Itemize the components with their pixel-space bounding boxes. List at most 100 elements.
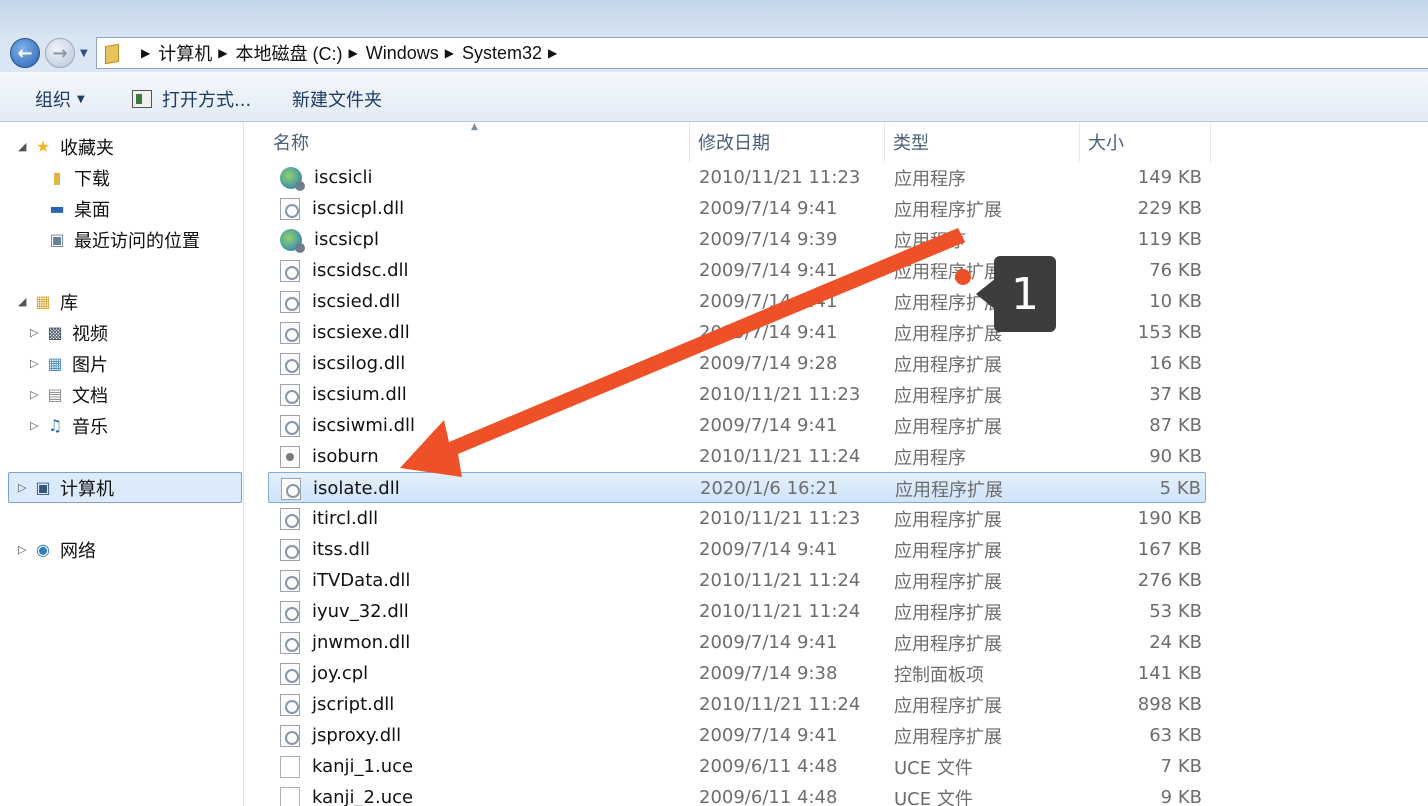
file-name: iscsied.dll [312, 291, 401, 312]
chevron-right-icon[interactable]: ▶ [445, 46, 454, 60]
file-date: 2009/7/14 9:41 [699, 539, 838, 560]
expanded-triangle-icon[interactable]: ◢ [18, 295, 32, 308]
file-name: iscsilog.dll [312, 353, 406, 374]
file-row[interactable]: iTVData.dll 2010/11/21 11:24 应用程序扩展 276 KB [268, 565, 1206, 596]
file-row[interactable]: jscript.dll 2010/11/21 11:24 应用程序扩展 898 KB [268, 689, 1206, 720]
forward-button[interactable]: → [45, 38, 75, 68]
sidebar-item-computer[interactable]: ▷ ▣ 计算机 [18, 472, 114, 503]
file-size: 24 KB [1149, 632, 1202, 653]
file-date: 2010/11/21 11:23 [699, 508, 861, 529]
file-type: 应用程序扩展 [894, 726, 1002, 748]
file-row[interactable]: jsproxy.dll 2009/7/14 9:41 应用程序扩展 63 KB [268, 720, 1206, 751]
file-row[interactable]: iscsium.dll 2010/11/21 11:23 应用程序扩展 37 KB [268, 379, 1206, 410]
organize-button[interactable]: 组织 ▼ [35, 86, 85, 112]
file-name-cell: iscsium.dll [280, 379, 407, 410]
folder-icon [103, 43, 121, 63]
file-name: iscsium.dll [312, 384, 407, 405]
sidebar-item-pictures[interactable]: ▷ ▦ 图片 [30, 348, 108, 379]
sidebar-item-label: 最近访问的位置 [74, 230, 200, 252]
file-name: jnwmon.dll [312, 632, 411, 653]
file-size: 10 KB [1149, 291, 1202, 312]
file-row[interactable]: iscsicpl 2009/7/14 9:39 应用程序 119 KB [268, 224, 1206, 255]
recent-places-icon: ▣ [49, 230, 65, 249]
breadcrumb-system32[interactable]: System32 [462, 43, 542, 64]
file-type: 应用程序 [894, 168, 966, 190]
file-size: 190 KB [1137, 508, 1202, 529]
file-name-cell: jnwmon.dll [280, 627, 410, 658]
blank-file-icon [280, 755, 300, 778]
sidebar-item-downloads[interactable]: ▮ 下载 [46, 162, 110, 193]
file-date: 2009/7/14 9:41 [699, 198, 838, 219]
file-name: iscsidsc.dll [312, 260, 409, 281]
breadcrumb-windows[interactable]: Windows [366, 43, 439, 64]
navigation-bar: ← → ▼ ▶ 计算机 ▶ 本地磁盘 (C:) ▶ Windows ▶ Syst… [0, 34, 1428, 72]
sidebar-item-desktop[interactable]: ▬ 桌面 [46, 193, 110, 224]
new-folder-button[interactable]: 新建文件夹 [292, 86, 382, 112]
collapsed-triangle-icon[interactable]: ▷ [30, 357, 44, 370]
file-type: 应用程序扩展 [894, 323, 1002, 345]
sidebar-item-libraries[interactable]: ◢ ▦ 库 [18, 286, 78, 317]
sidebar-item-network[interactable]: ▷ ◉ 网络 [18, 534, 96, 565]
sidebar-item-recent-places[interactable]: ▣ 最近访问的位置 [46, 224, 200, 255]
file-name: kanji_2.uce [312, 787, 414, 806]
sidebar-item-documents[interactable]: ▷ ▤ 文档 [30, 379, 108, 410]
file-row[interactable]: iscsiexe.dll 2009/7/14 9:41 应用程序扩展 153 KB [268, 317, 1206, 348]
file-row[interactable]: iscsied.dll 2009/7/14 9:41 应用程序扩展 10 KB [268, 286, 1206, 317]
file-type: 应用程序扩展 [894, 602, 1002, 624]
chevron-right-icon[interactable]: ▶ [141, 46, 150, 60]
file-row[interactable]: jnwmon.dll 2009/7/14 9:41 应用程序扩展 24 KB [268, 627, 1206, 658]
collapsed-triangle-icon[interactable]: ▷ [30, 326, 44, 339]
file-size: 53 KB [1149, 601, 1202, 622]
open-with-button[interactable]: 打开方式... [132, 86, 251, 112]
file-row[interactable]: iscsidsc.dll 2009/7/14 9:41 应用程序扩展 76 KB [268, 255, 1206, 286]
file-type: 应用程序扩展 [894, 354, 1002, 376]
file-size: 7 KB [1160, 756, 1202, 777]
file-row[interactable]: iscsicli 2010/11/21 11:23 应用程序 149 KB [268, 162, 1206, 193]
dll-icon [280, 290, 300, 313]
file-row[interactable]: kanji_2.uce 2009/6/11 4:48 UCE 文件 9 KB [268, 782, 1206, 806]
file-row[interactable]: kanji_1.uce 2009/6/11 4:48 UCE 文件 7 KB [268, 751, 1206, 782]
file-name-cell: iscsicli [280, 162, 373, 193]
collapsed-triangle-icon[interactable]: ▷ [18, 543, 32, 556]
sidebar-item-music[interactable]: ▷ ♫ 音乐 [30, 410, 108, 441]
sidebar-item-videos[interactable]: ▷ ▩ 视频 [30, 317, 108, 348]
collapsed-triangle-icon[interactable]: ▷ [30, 388, 44, 401]
downloads-folder-icon: ▮ [52, 168, 62, 187]
column-header-size[interactable]: 大小 [1080, 122, 1211, 162]
dll-icon [281, 477, 301, 500]
recent-pages-dropdown[interactable]: ▼ [80, 48, 88, 59]
file-name: isoburn [312, 446, 379, 467]
column-header-type[interactable]: 类型 [885, 122, 1080, 162]
dll-icon [280, 724, 300, 747]
expanded-triangle-icon[interactable]: ◢ [18, 140, 32, 153]
file-row[interactable]: iscsiwmi.dll 2009/7/14 9:41 应用程序扩展 87 KB [268, 410, 1206, 441]
chevron-right-icon[interactable]: ▶ [548, 46, 557, 60]
file-type: 应用程序扩展 [894, 509, 1002, 531]
file-row[interactable]: isoburn 2010/11/21 11:24 应用程序 90 KB [268, 441, 1206, 472]
file-row[interactable]: iscsilog.dll 2009/7/14 9:28 应用程序扩展 16 KB [268, 348, 1206, 379]
dll-icon [280, 631, 300, 654]
sidebar-item-favorites[interactable]: ◢ ★ 收藏夹 [18, 131, 114, 162]
sidebar-item-label: 收藏夹 [60, 137, 114, 159]
file-type: 应用程序扩展 [894, 633, 1002, 655]
file-row[interactable]: isolate.dll 2020/1/6 16:21 应用程序扩展 5 KB [268, 472, 1206, 503]
file-row[interactable]: itss.dll 2009/7/14 9:41 应用程序扩展 167 KB [268, 534, 1206, 565]
collapsed-triangle-icon[interactable]: ▷ [30, 419, 44, 432]
back-button[interactable]: ← [10, 38, 40, 68]
file-row[interactable]: itircl.dll 2010/11/21 11:23 应用程序扩展 190 KB [268, 503, 1206, 534]
column-header-name[interactable]: 名称 [265, 122, 690, 162]
address-bar[interactable]: ▶ 计算机 ▶ 本地磁盘 (C:) ▶ Windows ▶ System32 ▶ [96, 37, 1428, 69]
breadcrumb-local-disk[interactable]: 本地磁盘 (C:) [235, 40, 342, 66]
breadcrumb-computer[interactable]: 计算机 [158, 40, 212, 66]
file-row[interactable]: iscsicpl.dll 2009/7/14 9:41 应用程序扩展 229 KB [268, 193, 1206, 224]
organize-label: 组织 [35, 90, 71, 111]
chevron-right-icon[interactable]: ▶ [218, 46, 227, 60]
file-size: 229 KB [1137, 198, 1202, 219]
sidebar-item-label: 库 [60, 292, 78, 314]
exe-icon [280, 166, 305, 191]
file-row[interactable]: joy.cpl 2009/7/14 9:38 控制面板项 141 KB [268, 658, 1206, 689]
chevron-right-icon[interactable]: ▶ [348, 46, 357, 60]
collapsed-triangle-icon[interactable]: ▷ [18, 481, 32, 494]
column-header-date[interactable]: 修改日期 [690, 122, 885, 162]
file-row[interactable]: iyuv_32.dll 2010/11/21 11:24 应用程序扩展 53 KB [268, 596, 1206, 627]
